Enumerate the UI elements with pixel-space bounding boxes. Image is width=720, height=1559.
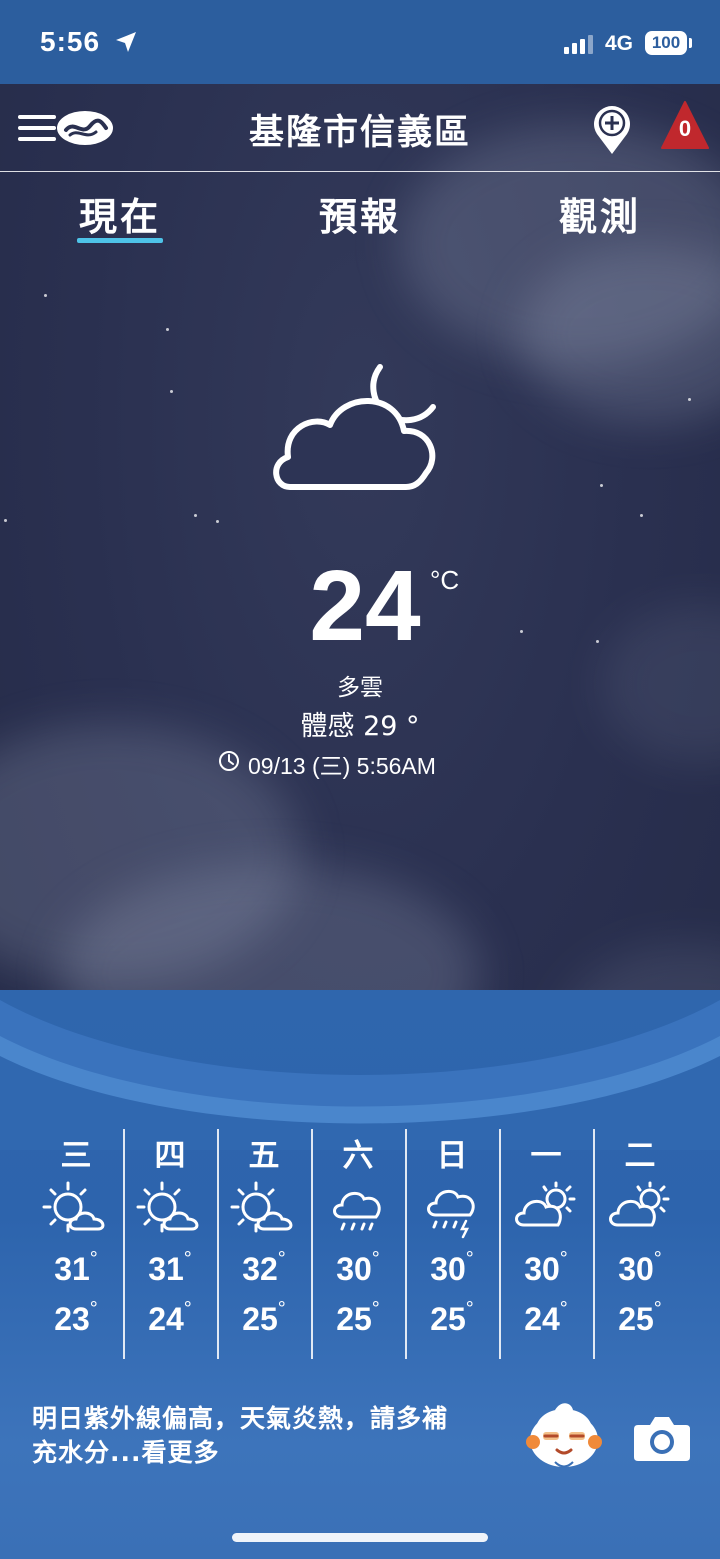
weather-tip-line2: 充水分...看更多 xyxy=(32,1438,220,1467)
tab-forecast[interactable]: 預報 xyxy=(280,186,440,241)
forecast-day[interactable]: 三 31° 23° xyxy=(29,1130,123,1344)
forecast-low: 24° xyxy=(148,1298,192,1337)
status-bar: 5:56 4G 100 xyxy=(0,0,720,84)
temperature-unit: °C xyxy=(430,565,460,595)
weather-tip-line1: 明日紫外線偏高，天氣炎熱，請多補 xyxy=(32,1404,449,1433)
weather-tip[interactable]: 明日紫外線偏高，天氣炎熱，請多補 充水分...看更多 xyxy=(32,1402,512,1470)
cloudy-sun-icon xyxy=(499,1174,593,1244)
forecast-high: 31° xyxy=(54,1248,98,1287)
forecast-day[interactable]: 五 32° 25° xyxy=(217,1130,311,1344)
home-indicator[interactable] xyxy=(232,1533,488,1542)
forecast-day[interactable]: 二 30° 25° xyxy=(593,1130,687,1344)
alert-count: 0 xyxy=(678,116,692,141)
thunder-rain-icon xyxy=(405,1174,499,1244)
sunny-cloudy-icon xyxy=(123,1174,217,1244)
forecast-low: 25° xyxy=(336,1298,380,1337)
status-time: 5:56 xyxy=(40,26,101,57)
forecast-day[interactable]: 一 30° 24° xyxy=(499,1130,593,1344)
weather-condition: 多雲 xyxy=(337,675,383,701)
forecast-day-label: 五 xyxy=(248,1138,280,1174)
camera-icon[interactable] xyxy=(632,1413,692,1467)
sunny-cloudy-icon xyxy=(217,1174,311,1244)
mascot-icon[interactable] xyxy=(525,1400,603,1474)
forecast-low: 23° xyxy=(54,1298,98,1337)
cloudy-sun-icon xyxy=(593,1174,687,1244)
forecast-high: 30° xyxy=(336,1248,380,1287)
add-location-icon[interactable] xyxy=(591,104,633,160)
forecast-day-label: 四 xyxy=(154,1138,186,1174)
forecast-day-label: 日 xyxy=(436,1138,468,1174)
battery-icon: 100 xyxy=(645,31,687,55)
network-type: 4G xyxy=(605,32,634,55)
feels-like-temperature: 體感 29 ° xyxy=(300,711,420,742)
forecast-high: 30° xyxy=(524,1248,568,1287)
tab-observation[interactable]: 觀測 xyxy=(520,186,680,241)
app-screen: 5:56 4G 100 基隆市信義區 0 現在 預報 觀測 24 °C 多雲 體… xyxy=(0,0,720,1559)
observation-time-text: 09/13 (三) 5:56AM xyxy=(248,753,436,779)
forecast-low: 25° xyxy=(430,1298,474,1337)
forecast-day-label: 三 xyxy=(60,1138,92,1174)
forecast-day[interactable]: 日 30° 25° xyxy=(405,1130,499,1344)
forecast-day[interactable]: 四 31° 24° xyxy=(123,1130,217,1344)
forecast-high: 31° xyxy=(148,1248,192,1287)
forecast-low: 25° xyxy=(618,1298,662,1337)
tab-now[interactable]: 現在 xyxy=(40,186,200,241)
forecast-day[interactable]: 六 30° 25° xyxy=(311,1130,405,1344)
location-arrow-icon xyxy=(114,30,138,58)
signal-icon xyxy=(564,34,596,58)
forecast-high: 30° xyxy=(430,1248,474,1287)
current-temperature: 24 xyxy=(309,550,421,662)
active-tab-indicator xyxy=(77,238,163,243)
forecast-day-label: 六 xyxy=(342,1138,374,1174)
rain-icon xyxy=(311,1174,405,1244)
clock-icon xyxy=(218,750,240,778)
forecast-high: 32° xyxy=(242,1248,286,1287)
observation-time: 09/13 (三) 5:56AM xyxy=(218,747,498,781)
forecast-high: 30° xyxy=(618,1248,662,1287)
partly-cloudy-night-icon xyxy=(268,345,448,499)
forecast-day-label: 一 xyxy=(530,1138,562,1174)
forecast-low: 25° xyxy=(242,1298,286,1337)
forecast-low: 24° xyxy=(524,1298,568,1337)
battery-tip xyxy=(689,38,692,48)
sunny-cloudy-icon xyxy=(29,1174,123,1244)
forecast-day-label: 二 xyxy=(624,1138,656,1174)
